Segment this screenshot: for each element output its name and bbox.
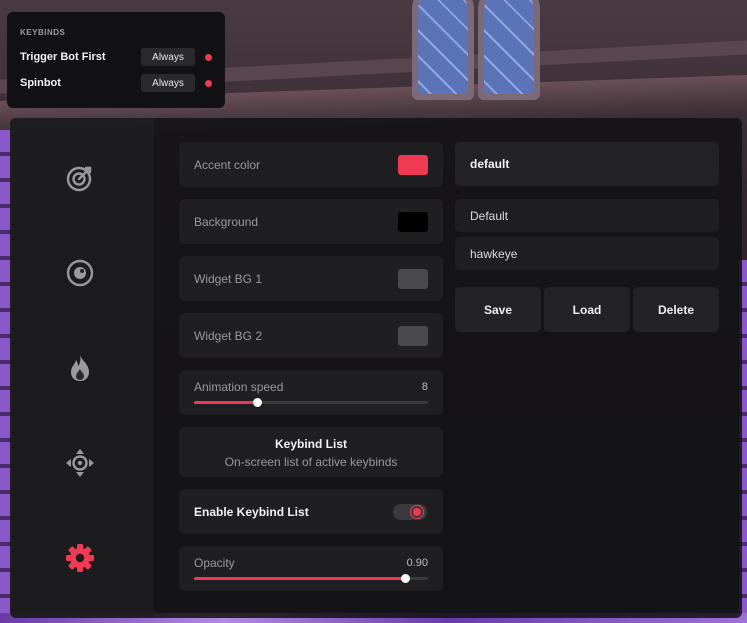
keybind-active-indicator (205, 79, 212, 87)
background-color-setting[interactable]: Background (179, 199, 443, 244)
keybind-list-subtitle: On-screen list of active keybinds (224, 455, 398, 469)
keybind-row: Trigger Bot First Always (20, 46, 212, 68)
opacity-label: Opacity (194, 556, 235, 570)
sidebar-item-settings[interactable] (62, 540, 98, 576)
widget-bg2-swatch[interactable] (398, 326, 428, 346)
opacity-knob[interactable] (400, 574, 410, 583)
config-list-item[interactable]: Default (455, 199, 719, 232)
opacity-slider[interactable] (194, 574, 428, 583)
keybind-mode-badge: Always (141, 74, 195, 92)
sidebar-item-movement[interactable] (62, 445, 98, 481)
save-button[interactable]: Save (455, 287, 541, 332)
load-button[interactable]: Load (544, 287, 630, 332)
widget-bg1-label: Widget BG 1 (194, 272, 263, 286)
enable-keybind-list-setting[interactable]: Enable Keybind List (179, 489, 443, 534)
eye-icon (66, 259, 94, 287)
keybind-mode-badge: Always (141, 48, 195, 66)
sidebar-item-aimbot[interactable] (62, 160, 98, 196)
delete-button[interactable]: Delete (633, 287, 719, 332)
gear-icon (66, 544, 94, 572)
enable-keybind-list-toggle[interactable] (393, 504, 427, 520)
background-color-swatch[interactable] (398, 212, 428, 232)
enable-keybind-list-label: Enable Keybind List (194, 505, 309, 519)
crosshair-target-icon (66, 166, 92, 192)
opacity-value: 0.90 (406, 557, 428, 569)
keybind-list-section-header: Keybind List On-screen list of active ke… (179, 427, 443, 477)
widget-bg2-label: Widget BG 2 (194, 329, 263, 343)
stained-window (412, 0, 474, 100)
animation-speed-fill (194, 401, 258, 404)
stained-window (478, 0, 540, 100)
sidebar-item-visuals[interactable] (62, 255, 98, 291)
keybind-name: Spinbot (20, 77, 61, 89)
config-list-item[interactable]: hawkeye (455, 237, 719, 270)
animation-speed-setting: Animation speed 8 (179, 370, 443, 415)
config-name-input[interactable]: default (455, 142, 719, 186)
sidebar (10, 118, 154, 618)
opacity-setting: Opacity 0.90 (179, 546, 443, 591)
widget-bg2-setting[interactable]: Widget BG 2 (179, 313, 443, 358)
animation-speed-slider[interactable] (194, 398, 428, 407)
accent-color-swatch[interactable] (398, 155, 428, 175)
widget-bg1-setting[interactable]: Widget BG 1 (179, 256, 443, 301)
keybind-row: Spinbot Always (20, 72, 212, 94)
animation-speed-knob[interactable] (253, 398, 263, 407)
opacity-fill (194, 577, 405, 580)
widget-bg1-swatch[interactable] (398, 269, 428, 289)
keybinds-title: KEYBINDS (20, 28, 66, 37)
background-label: Background (194, 215, 259, 229)
move-arrows-icon (66, 449, 94, 477)
flame-icon (71, 355, 89, 381)
sidebar-item-misc[interactable] (62, 350, 98, 386)
accent-color-setting[interactable]: Accent color (179, 142, 443, 187)
animation-speed-value: 8 (421, 381, 428, 393)
keybind-name: Trigger Bot First (20, 51, 106, 63)
cheat-menu-window: Accent color Background Widget BG 1 Widg… (10, 118, 742, 618)
keybind-active-indicator (205, 53, 212, 61)
accent-color-label: Accent color (194, 158, 261, 172)
keybind-list-title: Keybind List (274, 437, 347, 451)
keybinds-overlay: KEYBINDS Trigger Bot First Always Spinbo… (7, 12, 225, 108)
animation-speed-label: Animation speed (194, 380, 284, 394)
